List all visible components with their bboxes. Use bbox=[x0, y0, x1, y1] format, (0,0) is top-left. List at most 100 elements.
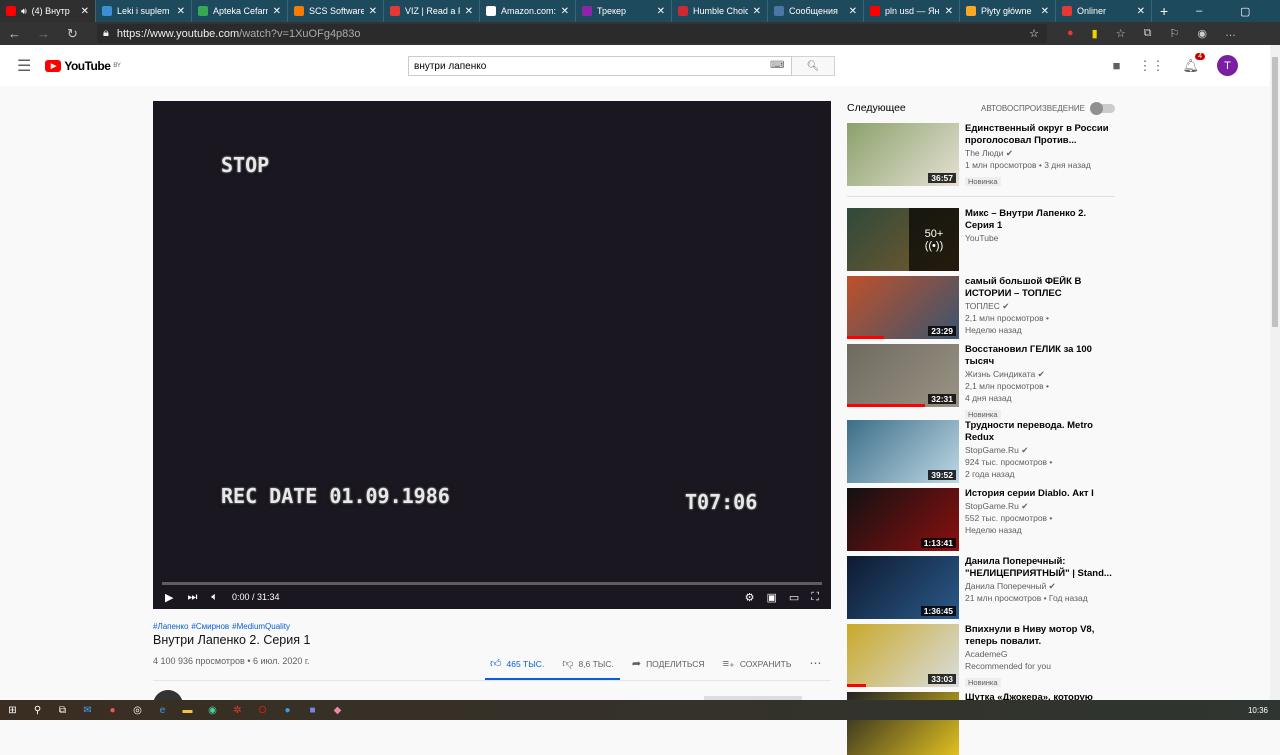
up-next-video-item[interactable]: 39:52 Трудности перевода. Metro Redux Stop… bbox=[847, 420, 1115, 483]
channel-name[interactable]: ТОПЛЕС bbox=[965, 301, 1000, 311]
browser-tab[interactable]: Apteka Cefarm ✕ bbox=[192, 0, 288, 22]
browser-tab[interactable]: Leki i suplem ✕ bbox=[96, 0, 192, 22]
channel-name[interactable]: StopGame.Ru bbox=[965, 501, 1019, 511]
minimize-button[interactable]: – bbox=[1176, 5, 1222, 18]
browser-tab[interactable]: SCS Software ✕ bbox=[288, 0, 384, 22]
favorites-icon[interactable]: ☆ bbox=[1116, 27, 1126, 40]
close-window-button[interactable]: ✕ bbox=[1268, 5, 1280, 18]
close-tab-icon[interactable]: ✕ bbox=[753, 6, 761, 17]
menu-hamburger-icon[interactable]: ☰ bbox=[17, 56, 31, 76]
opera-icon[interactable]: O bbox=[250, 705, 275, 716]
telegram-icon[interactable]: ● bbox=[275, 705, 300, 716]
browser-tab[interactable]: Сообщения ✕ bbox=[768, 0, 864, 22]
browser-tab[interactable]: Humble Choic ✕ bbox=[672, 0, 768, 22]
up-next-video-item[interactable]: 50+ ((•)) Микс – Внутри Лапенко 2. Серия 1… bbox=[847, 208, 1115, 271]
video-thumbnail[interactable]: 1:13:41 bbox=[847, 488, 959, 551]
video-title[interactable]: Трудности перевода. Metro Redux bbox=[965, 420, 1115, 444]
video-title[interactable]: самый большой ФЕЙК В ИСТОРИИ – ТОПЛЕС bbox=[965, 276, 1115, 300]
new-tab-button[interactable]: + bbox=[1152, 3, 1176, 19]
close-tab-icon[interactable]: ✕ bbox=[561, 6, 569, 17]
browser-tab[interactable]: Трекер ✕ bbox=[576, 0, 672, 22]
video-thumbnail[interactable]: 39:52 bbox=[847, 420, 959, 483]
up-next-video-item[interactable]: 32:31 Восстановил ГЕЛИК за 100 тысяч Жизнь… bbox=[847, 344, 1115, 422]
close-tab-icon[interactable]: ✕ bbox=[81, 6, 89, 17]
video-title[interactable]: Микс – Внутри Лапенко 2. Серия 1 bbox=[965, 208, 1115, 232]
edge-beta-icon[interactable]: ◉ bbox=[200, 705, 225, 716]
maximize-button[interactable]: ▢ bbox=[1222, 5, 1268, 18]
file-explorer-icon[interactable]: ▬ bbox=[175, 705, 200, 716]
start-icon[interactable]: ⊞ bbox=[0, 705, 25, 716]
hashtag-link[interactable]: #Смирнов bbox=[191, 622, 229, 631]
channel-name[interactable]: YouTube bbox=[965, 233, 998, 243]
page-scrollbar[interactable] bbox=[1270, 45, 1280, 700]
fullscreen-icon[interactable]: ⛶ bbox=[811, 591, 819, 604]
next-button[interactable]: ⏭︎ bbox=[187, 591, 197, 604]
hashtag-link[interactable]: #Лапенко bbox=[153, 622, 188, 631]
close-tab-icon[interactable]: ✕ bbox=[369, 6, 377, 17]
channel-name[interactable]: Данила Поперечный bbox=[965, 581, 1046, 591]
channel-name[interactable]: AcademeG bbox=[965, 649, 1008, 659]
video-title[interactable]: Единственный округ в России проголосовал… bbox=[965, 123, 1115, 147]
hashtag-link[interactable]: #MediumQuality bbox=[232, 622, 290, 631]
up-next-video-item[interactable]: 1:36:45 Данила Поперечный: "НЕЛИЦЕПРИЯТНЫ… bbox=[847, 556, 1115, 619]
close-tab-icon[interactable]: ✕ bbox=[1041, 6, 1049, 17]
video-title[interactable]: Впихнули в Ниву мотор V8, теперь повалит… bbox=[965, 624, 1115, 648]
channel-name[interactable]: StopGame.Ru bbox=[965, 445, 1019, 455]
more-actions-icon[interactable]: ⋯ bbox=[809, 656, 821, 670]
video-thumbnail[interactable]: 33:03 bbox=[847, 624, 959, 687]
miniplayer-icon[interactable]: ▣ bbox=[766, 591, 776, 604]
profile-icon[interactable]: ◉ bbox=[1197, 27, 1207, 40]
browser-tab[interactable]: Płyty główne ✕ bbox=[960, 0, 1056, 22]
create-video-icon[interactable]: ■ bbox=[1113, 58, 1121, 73]
save-button[interactable]: ≡₊ СОХРАНИТЬ bbox=[723, 657, 792, 670]
channel-name[interactable]: Жизнь Синдиката bbox=[965, 369, 1035, 379]
favorite-star-icon[interactable]: ☆ bbox=[1029, 27, 1039, 40]
menu-icon[interactable]: … bbox=[1225, 27, 1236, 40]
app-icon[interactable]: ✲ bbox=[225, 705, 250, 716]
refresh-icon[interactable]: ↻ bbox=[58, 26, 87, 42]
address-bar[interactable]: 🔒︎ https://www.youtube.com/watch?v=1XuOF… bbox=[97, 24, 1047, 43]
task-view-icon[interactable]: ⧉ bbox=[50, 705, 75, 716]
extension-l-icon[interactable]: ▮ bbox=[1092, 27, 1098, 40]
close-tab-icon[interactable]: ✕ bbox=[177, 6, 185, 17]
theater-mode-icon[interactable]: ▭ bbox=[789, 591, 799, 604]
browser-tab[interactable]: 🔊︎ (4) Внутр ✕ bbox=[0, 0, 96, 22]
search-button[interactable]: 🔍︎ bbox=[792, 56, 835, 76]
feedback-icon[interactable]: ⚐ bbox=[1169, 27, 1179, 40]
browser-tab[interactable]: Onliner ✕ bbox=[1056, 0, 1152, 22]
notifications-icon[interactable]: 🔔︎ 4 bbox=[1182, 52, 1205, 74]
browser-tab[interactable]: VIZ | Read a F ✕ bbox=[384, 0, 480, 22]
autoplay-toggle[interactable] bbox=[1090, 101, 1115, 115]
search-icon[interactable]: ⚲ bbox=[25, 705, 50, 716]
mail-icon[interactable]: ✉ bbox=[75, 705, 100, 716]
back-icon[interactable]: ← bbox=[0, 26, 29, 41]
play-button[interactable]: ▶ bbox=[165, 591, 173, 604]
close-tab-icon[interactable]: ✕ bbox=[465, 6, 473, 17]
video-thumbnail[interactable]: 23:29 bbox=[847, 276, 959, 339]
up-next-video-item[interactable]: 33:03 Впихнули в Ниву мотор V8, теперь по… bbox=[847, 624, 1115, 690]
video-thumbnail[interactable]: 50+ ((•)) bbox=[847, 208, 959, 271]
browser-tab[interactable]: Amazon.com: ✕ bbox=[480, 0, 576, 22]
up-next-video-item[interactable]: 36:57 Единственный округ в России проголо… bbox=[847, 123, 1115, 189]
up-next-video-item[interactable]: 23:29 самый большой ФЕЙК В ИСТОРИИ – ТОПЛ… bbox=[847, 276, 1115, 339]
video-thumbnail[interactable]: 1:36:45 bbox=[847, 556, 959, 619]
browser-tab[interactable]: pln usd — Ян ✕ bbox=[864, 0, 960, 22]
settings-gear-icon[interactable]: ⚙ bbox=[745, 591, 755, 604]
dislike-button[interactable]: 👎︎ 8,6 ТЫС. bbox=[562, 657, 614, 670]
obs-icon[interactable]: ◎ bbox=[125, 705, 150, 716]
collections-icon[interactable]: ⧉ bbox=[1144, 27, 1152, 40]
close-tab-icon[interactable]: ✕ bbox=[657, 6, 665, 17]
video-thumbnail[interactable]: 32:31 bbox=[847, 344, 959, 407]
app-icon[interactable]: ◆ bbox=[325, 705, 350, 716]
channel-name[interactable]: The Люди bbox=[965, 148, 1003, 158]
keyboard-icon[interactable]: ⌨ bbox=[770, 60, 784, 71]
close-tab-icon[interactable]: ✕ bbox=[1137, 6, 1145, 17]
volume-icon[interactable]: 🔈︎ bbox=[211, 591, 218, 604]
teams-icon[interactable]: ■ bbox=[300, 705, 325, 716]
close-tab-icon[interactable]: ✕ bbox=[945, 6, 953, 17]
video-player[interactable]: STOP REC DATE 01.09.1986 T07:06 ▶ ⏭︎ 🔈︎ … bbox=[153, 101, 831, 609]
like-button[interactable]: 👍︎ 465 ТЫС. bbox=[490, 657, 544, 670]
video-title[interactable]: Восстановил ГЕЛИК за 100 тысяч bbox=[965, 344, 1115, 368]
up-next-video-item[interactable]: 1:13:41 История серии Diablo. Акт I StopGa… bbox=[847, 488, 1115, 551]
edge-icon[interactable]: e bbox=[150, 705, 175, 716]
